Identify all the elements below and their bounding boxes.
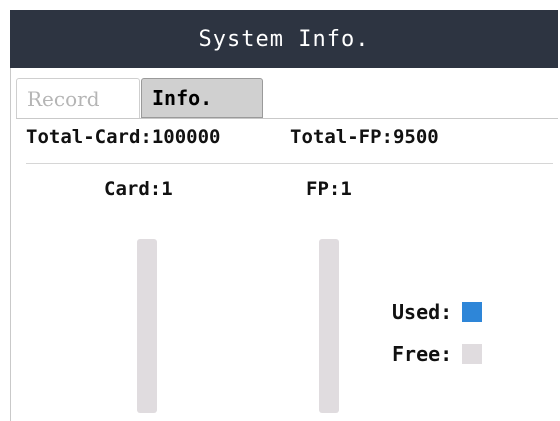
legend-used-label: Used: [392, 300, 453, 324]
card-count-label: Card:1 [104, 178, 173, 200]
used-color-swatch [462, 302, 483, 322]
legend-free-label: Free: [392, 342, 453, 366]
divider [26, 163, 553, 164]
fp-usage-bar [319, 239, 339, 413]
card-usage-bar [137, 239, 157, 413]
tab-info[interactable]: Info. [141, 78, 263, 118]
page-title: System Info. [198, 26, 370, 52]
fp-count-label: FP:1 [306, 178, 352, 200]
total-fp-label: Total-FP:9500 [290, 126, 439, 148]
tab-record-label: Record [27, 86, 100, 111]
total-card-label: Total-Card:100000 [26, 126, 221, 148]
totals-row: Total-Card:100000 Total-FP:9500 [26, 126, 546, 154]
free-color-swatch [462, 344, 483, 364]
system-info-window: System Info. Record Info. Total-Card:100… [0, 0, 560, 421]
tab-record[interactable]: Record [16, 78, 140, 118]
tab-info-label: Info. [152, 86, 213, 110]
title-bar: System Info. [10, 10, 558, 68]
legend-free: Free: [392, 340, 483, 368]
legend-used: Used: [392, 298, 483, 326]
